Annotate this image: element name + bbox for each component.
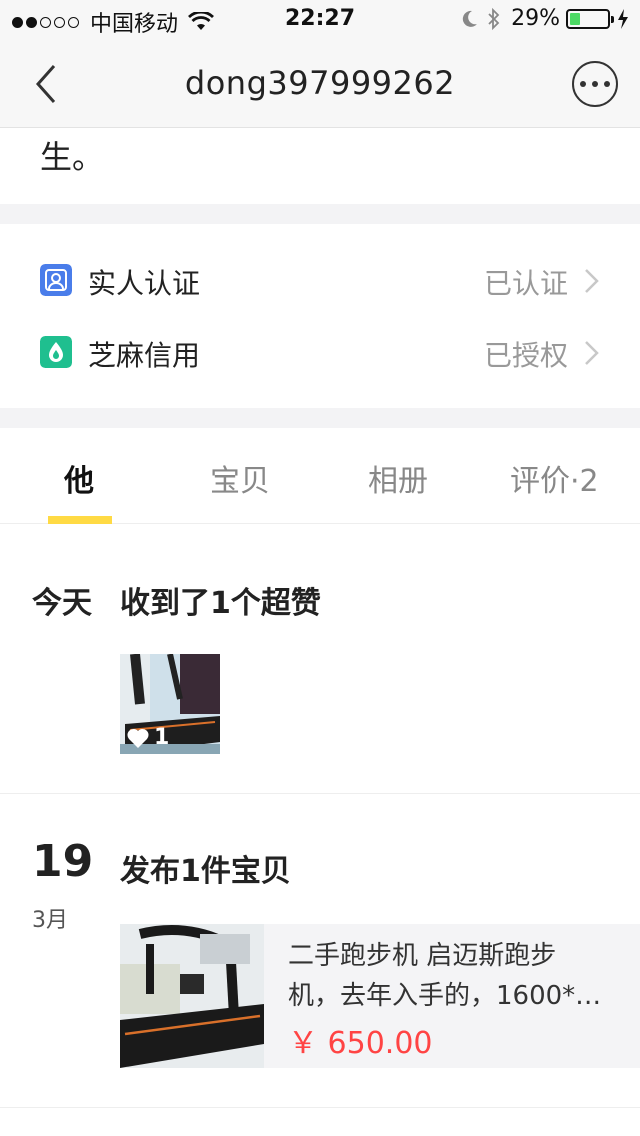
verification-section: 实人认证 已认证 芝麻信用 已授权 xyxy=(0,224,640,408)
item-description-line: 二手跑步机 启迈斯跑步 xyxy=(288,941,557,971)
like-badge: 1 xyxy=(126,725,169,750)
verification-status: 已授权 xyxy=(483,339,568,372)
section-divider xyxy=(0,204,640,224)
tab-album[interactable]: 相册 xyxy=(368,456,428,500)
feed-title: 发布1件宝贝 xyxy=(120,854,291,889)
charging-icon xyxy=(618,8,628,29)
more-dot xyxy=(604,81,610,87)
tab-items[interactable]: 宝贝 xyxy=(210,456,270,500)
verification-status: 已认证 xyxy=(483,267,568,300)
section-divider xyxy=(0,408,640,428)
feed-date-month: 3月 xyxy=(32,908,68,933)
feed-day-label: 今天 xyxy=(32,586,92,621)
moon-icon xyxy=(462,10,478,27)
heart-icon xyxy=(127,728,149,748)
treadmill-photo xyxy=(120,924,264,1068)
profile-tabs: 他 宝贝 相册 评价·2 xyxy=(0,428,640,524)
tab-reviews[interactable]: 评价·2 xyxy=(510,456,599,500)
more-options-button[interactable] xyxy=(572,61,618,107)
more-dot xyxy=(592,81,598,87)
feed-date-day: 19 xyxy=(32,836,94,887)
item-image xyxy=(120,924,264,1068)
verification-row-real-person[interactable]: 实人认证 已认证 xyxy=(0,244,640,316)
tab-him[interactable]: 他 xyxy=(64,456,94,500)
feed-entry-today: 今天 收到了1个超赞 1 xyxy=(0,524,640,794)
like-count: 1 xyxy=(154,725,170,750)
verification-row-sesame[interactable]: 芝麻信用 已授权 xyxy=(0,316,640,388)
sesame-credit-icon xyxy=(40,336,72,368)
verification-label: 芝麻信用 xyxy=(88,339,201,372)
feed-title: 收到了1个超赞 xyxy=(120,586,321,621)
nav-bar: dong397999262 xyxy=(0,40,640,128)
battery-icon xyxy=(566,8,614,29)
battery-cap xyxy=(611,15,614,23)
item-price: ￥ 650.00 xyxy=(288,1026,433,1061)
battery-level xyxy=(570,12,580,25)
liked-item-thumbnail[interactable]: 1 xyxy=(120,654,220,754)
chevron-right-icon xyxy=(585,341,599,365)
battery-percent: 29% xyxy=(511,6,560,31)
more-dot xyxy=(580,81,586,87)
bio-section: 生。 xyxy=(0,128,640,204)
item-card[interactable]: 二手跑步机 启迈斯跑步 机，去年入手的，1600*… ￥ 650.00 xyxy=(120,924,640,1068)
id-verify-icon xyxy=(40,264,72,296)
active-tab-indicator xyxy=(48,516,112,524)
feed-entry-post: 19 3月 发布1件宝贝 二手跑步机 启迈斯跑步 机，去年入手的，1600*… … xyxy=(0,794,640,1108)
verification-label: 实人认证 xyxy=(88,267,201,300)
bluetooth-icon xyxy=(488,7,500,30)
page-title: dong397999262 xyxy=(184,64,456,102)
item-description-line: 机，去年入手的，1600*… xyxy=(288,981,602,1011)
item-description: 二手跑步机 启迈斯跑步 机，去年入手的，1600*… xyxy=(288,936,628,1016)
bio-text: 生。 xyxy=(40,138,105,176)
status-right: 29% xyxy=(459,6,630,31)
status-bar: 中国移动 22:27 29% xyxy=(0,0,640,40)
chevron-right-icon xyxy=(585,269,599,293)
